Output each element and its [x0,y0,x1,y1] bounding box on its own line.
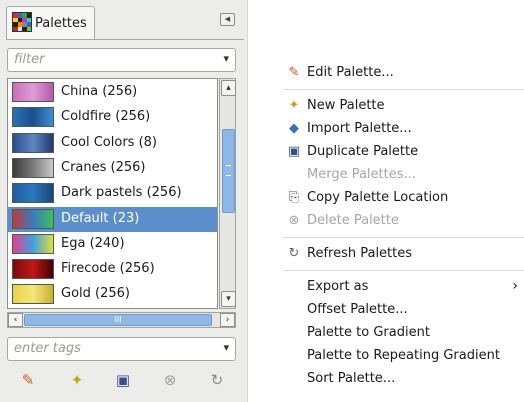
palette-list-item[interactable]: Cool Colors (8) [8,131,217,156]
palette-list[interactable]: China (256) Coldfire (256) Cool Colors (8)… [7,78,218,309]
menu-item-refresh-palettes[interactable]: ↻ Refresh Palettes [283,243,524,266]
context-menu: ✎ Edit Palette... ✦ New Palette ◆ Import Pale… [283,60,524,402]
menu-item-export-as[interactable]: Export as › [283,276,524,299]
edit-palette-icon: ✎ [288,65,300,80]
duplicate-palette-icon: ▣ [287,144,301,159]
new-palette-icon-button[interactable]: ✦ [66,369,88,391]
palette-icon [12,12,32,32]
palette-list-item[interactable]: Ega (240) [8,232,217,257]
scroll-left-icon[interactable]: ‹ [8,313,23,327]
menu-item-label: Copy Palette Location [307,190,449,205]
menu-item-edit-palette[interactable]: ✎ Edit Palette... [283,62,524,85]
palette-list-item[interactable]: Default (23) [8,206,217,232]
scroll-right-icon[interactable]: › [220,313,235,327]
menu-item-label: Duplicate Palette [307,144,419,159]
horizontal-scrollbar[interactable]: ‹ III › [7,312,236,328]
scroll-down-icon[interactable]: ▾ [221,291,236,307]
duplicate-palette-icon-button[interactable]: ▣ [112,369,134,391]
chevron-down-icon[interactable]: ▾ [223,341,229,354]
filter-combobox[interactable]: filter ▾ [7,48,236,72]
palette-name: Dark pastels (256) [61,185,182,201]
palette-list-item[interactable]: Dark pastels (256) [8,181,217,206]
tab-underline [6,39,244,40]
palette-swatch [12,82,54,102]
menu-item-label: New Palette [307,98,385,113]
menu-item-label: Import Palette... [307,121,412,136]
palette-swatch [12,183,54,204]
menu-item-delete-palette: ⊗ Delete Palette [283,210,524,233]
palette-button-row: ✎ ✦ ▣ ⊗ ↻ [0,369,247,395]
palette-list-item[interactable]: Firecode (256) [8,257,217,282]
palette-swatch [12,233,54,254]
palette-name: Coldfire (256) [61,109,151,125]
tab-palettes[interactable]: Palettes [6,6,95,40]
tab-label: Palettes [35,16,87,31]
new-palette-icon: ✦ [288,98,300,113]
menu-item-label: Sort Palette... [307,371,396,386]
copy-palette-location-icon: ⎘ [288,190,300,205]
palette-swatch [12,157,54,178]
menu-item-import-palette[interactable]: ◆ Import Palette... [283,118,524,141]
refresh-palettes-icon: ↻ [288,246,300,261]
palette-list-item[interactable]: Cranes (256) [8,156,217,181]
menu-item-label: Merge Palettes... [307,167,416,182]
menu-item-label: Palette to Repeating Gradient [307,348,500,363]
menu-item-merge-palettes: Merge Palettes... [283,164,524,187]
menu-item-duplicate-palette[interactable]: ▣ Duplicate Palette [283,141,524,164]
chevron-down-icon[interactable]: ▾ [223,52,229,65]
menu-item-sort-palette[interactable]: Sort Palette... [283,368,524,391]
palette-name: Ega (240) [61,235,125,251]
menu-item-label: Palette to Gradient [307,325,430,340]
refresh-palettes-icon-button[interactable]: ↻ [206,369,228,391]
palette-swatch [12,107,54,128]
menu-separator [283,270,524,271]
menu-item-palette-to-gradient[interactable]: Palette to Gradient [283,322,524,345]
palette-list-item[interactable]: China (256) [8,80,217,105]
menu-separator [283,89,524,90]
chevron-right-icon: › [512,278,518,294]
palette-name: China (256) [61,84,138,99]
dock-menu-icon[interactable]: ◀ [220,13,235,26]
menu-item-copy-palette-location[interactable]: ⎘ Copy Palette Location [283,187,524,210]
palette-swatch [12,259,54,280]
palette-swatch [12,132,54,153]
palette-swatch [12,284,54,305]
menu-item-new-palette[interactable]: ✦ New Palette [283,95,524,118]
menu-item-label: Refresh Palettes [307,246,413,261]
delete-palette-icon-button[interactable]: ⊗ [159,369,181,391]
palette-name: Cool Colors (8) [61,134,157,150]
scroll-thumb[interactable] [222,129,235,213]
menu-item-label: Export as [307,279,369,294]
palette-swatch [12,208,54,229]
menu-item-palette-to-repeating-gradient[interactable]: Palette to Repeating Gradient [283,345,524,368]
scroll-up-icon[interactable]: ▴ [221,80,236,96]
delete-palette-icon: ⊗ [288,213,300,228]
menu-separator [283,237,524,238]
palette-name: Gold (256) [61,286,130,302]
palette-name: Default (23) [61,210,140,226]
palette-list-item[interactable]: Gold (256) [8,282,217,307]
menu-item-offset-palette[interactable]: Offset Palette... [283,299,524,322]
tags-combobox[interactable]: enter tags ▾ [7,337,236,361]
tags-placeholder: enter tags [14,341,81,356]
horizontal-scroll-thumb[interactable]: III [24,314,212,326]
menu-item-label: Edit Palette... [307,65,394,80]
palette-name: Firecode (256) [61,261,155,277]
menu-item-label: Delete Palette [307,213,399,228]
vertical-scrollbar[interactable]: ▴ ▾ [219,78,236,309]
palettes-dock: Palettes ◀ filter ▾ China (256) Coldfire … [0,0,248,402]
menu-item-label: Offset Palette... [307,302,408,317]
palette-list-item[interactable]: Coldfire (256) [8,105,217,130]
filter-placeholder: filter [14,52,45,67]
palette-name: Cranes (256) [61,159,146,175]
import-palette-icon: ◆ [289,121,299,136]
edit-palette-icon-button[interactable]: ✎ [17,369,39,391]
